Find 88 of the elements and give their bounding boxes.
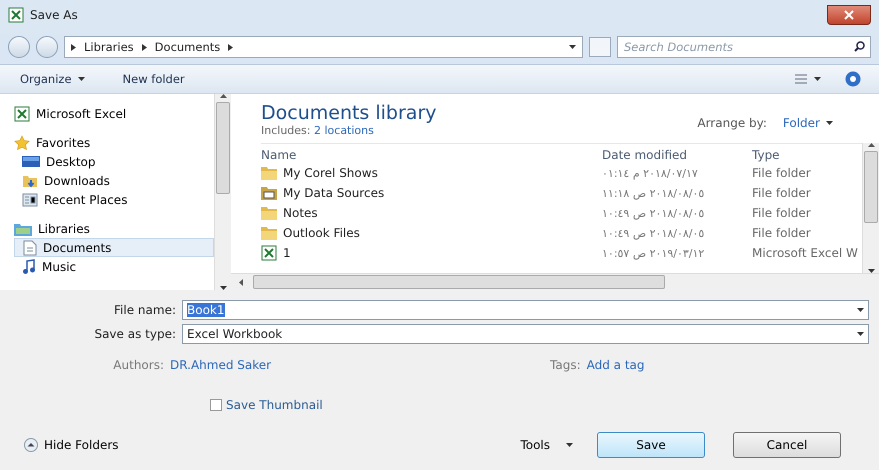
close-icon <box>844 10 854 20</box>
date-cell: ٢٠١٩/٠٣/١٢ ص ١٠:٥٧ <box>602 246 704 260</box>
spreadsheet-icon <box>261 245 277 261</box>
sidebar-item[interactable]: Documents <box>14 238 214 257</box>
spreadsheet-icon <box>8 7 24 23</box>
scroll-up-icon[interactable] <box>868 143 874 147</box>
dropdown-caret-icon <box>857 332 864 336</box>
chevron-icon <box>71 44 76 50</box>
column-header[interactable]: Date modified <box>602 143 752 167</box>
file-name[interactable]: Outlook Files <box>283 226 360 240</box>
file-name[interactable]: My Data Sources <box>283 186 384 200</box>
date-cell: ٢٠١٨/٠٨/٠٥ ص ١٠:٤٩ <box>602 206 704 220</box>
data-source-icon <box>261 186 277 200</box>
sidebar-item[interactable]: Downloads <box>14 171 214 190</box>
chevron-icon <box>142 44 147 50</box>
save-type-label: Save as type: <box>93 327 177 341</box>
scrollbar-thumb[interactable] <box>216 102 230 194</box>
sidebar-item[interactable]: Desktop <box>14 152 214 171</box>
view-options-icon[interactable] <box>795 74 821 84</box>
save-thumbnail-checkbox[interactable] <box>210 399 222 411</box>
search-icon <box>854 41 865 52</box>
save-thumbnail-label: Save Thumbnail <box>226 398 323 412</box>
tools-button[interactable]: Tools <box>514 437 579 453</box>
arrange-dropdown[interactable]: Folder <box>776 114 839 130</box>
library-icon <box>14 222 32 236</box>
type-cell: File folder <box>752 206 811 220</box>
help-icon[interactable] <box>845 71 861 87</box>
music-note-icon <box>22 258 36 274</box>
tags-field[interactable]: Add a tag <box>586 358 644 372</box>
sidebar-item[interactable]: Music <box>14 257 214 276</box>
forward-button[interactable] <box>36 36 58 58</box>
save-type-dropdown[interactable]: Excel Workbook <box>182 324 869 344</box>
library-title: Documents library <box>261 102 436 124</box>
scrollbar-thumb[interactable] <box>864 151 878 223</box>
authors-value[interactable]: DR.Ahmed Saker <box>170 358 272 372</box>
window-title: Save As <box>30 8 78 22</box>
chevron-icon <box>228 44 234 50</box>
sidebar-item[interactable]: Microsoft Excel <box>14 104 214 123</box>
caret-icon <box>566 443 573 447</box>
collapse-icon <box>24 438 38 452</box>
file-name[interactable]: Notes <box>283 206 318 220</box>
dropdown-caret-icon <box>857 308 864 312</box>
new-folder-button[interactable]: New folder <box>120 70 187 88</box>
includes-label: Includes: <box>261 124 310 137</box>
dropdown-caret-icon <box>569 45 576 49</box>
cancel-button[interactable]: Cancel <box>733 432 841 458</box>
spreadsheet-icon <box>14 106 30 122</box>
sidebar-item[interactable]: Libraries <box>14 219 214 238</box>
search-field[interactable]: Search Documents <box>617 36 871 58</box>
tags-label: Tags: <box>550 358 582 372</box>
file-name-field[interactable]: Book1 <box>182 300 869 320</box>
close-button[interactable] <box>827 5 871 25</box>
sidebar-item[interactable]: Favorites <box>14 133 214 152</box>
column-header[interactable]: Name <box>261 143 602 167</box>
hide-folders-button[interactable]: Hide Folders <box>18 437 125 453</box>
organize-button[interactable]: Organize <box>18 70 87 88</box>
authors-label: Authors: <box>112 358 165 372</box>
scrollbar-thumb[interactable] <box>253 275 665 289</box>
file-name[interactable]: 1 <box>283 246 291 260</box>
locations-link[interactable]: 2 locations <box>314 124 374 137</box>
sidebar-item[interactable]: Recent Places <box>14 190 214 209</box>
breadcrumb[interactable]: Documents <box>154 40 220 54</box>
file-name-label: File name: <box>113 303 177 317</box>
star-icon <box>14 134 30 150</box>
folder-icon <box>261 166 277 180</box>
address-bar[interactable]: Libraries Documents <box>64 36 583 58</box>
type-cell: File folder <box>752 226 811 240</box>
date-cell: ٢٠١٨/٠٧/١٧ م ٠١:١٤ <box>602 166 698 180</box>
arrange-label: Arrange by: <box>697 116 767 130</box>
breadcrumb[interactable]: Libraries <box>84 40 134 54</box>
caret-icon <box>78 77 85 81</box>
document-icon <box>23 240 37 256</box>
type-cell: File folder <box>752 166 811 180</box>
folder-icon <box>261 226 277 240</box>
date-cell: ٢٠١٨/٠٨/٠٥ ص ١٠:٤٩ <box>602 226 704 240</box>
scroll-left-icon[interactable] <box>239 278 243 286</box>
file-name[interactable]: My Corel Shows <box>283 166 378 180</box>
caret-icon <box>826 120 833 124</box>
back-button[interactable] <box>8 36 30 58</box>
type-cell: File folder <box>752 186 811 200</box>
save-button[interactable]: Save <box>597 432 705 458</box>
desktop-icon <box>22 154 40 168</box>
type-cell: Microsoft Excel W <box>752 246 858 260</box>
folder-icon <box>261 206 277 220</box>
date-cell: ٢٠١٨/٠٨/٠٥ ص ١١:١٨ <box>602 186 704 200</box>
file-name-value: Book1 <box>187 303 224 317</box>
recent-places-icon <box>22 192 38 208</box>
refresh-button[interactable] <box>589 37 611 57</box>
